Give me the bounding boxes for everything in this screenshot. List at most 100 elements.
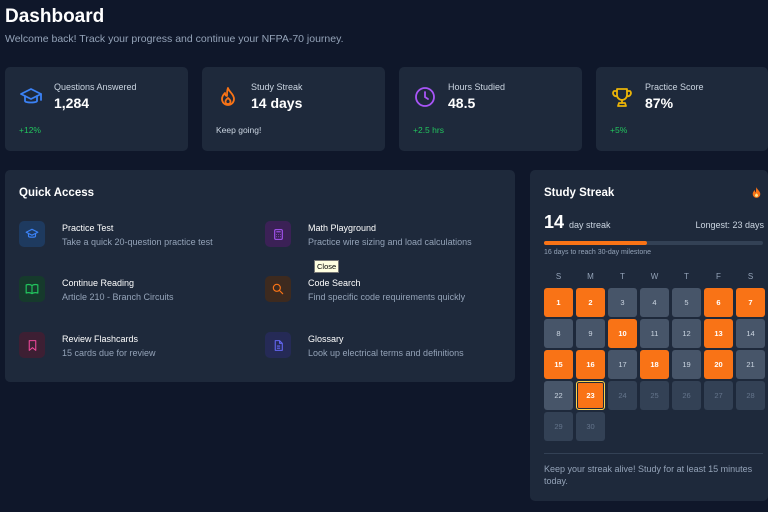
calendar-day[interactable]: 16 (576, 350, 605, 379)
calendar-day[interactable]: 29 (544, 412, 573, 441)
divider (544, 453, 763, 454)
calendar-day[interactable]: 14 (736, 319, 765, 348)
quick-access-desc: Take a quick 20-question practice test (62, 237, 213, 247)
quick-access-name: Code Search (308, 278, 361, 288)
quick-access-icon-box (19, 221, 45, 247)
quick-access-desc: Article 210 - Branch Circuits (62, 292, 174, 302)
quick-access-name: Continue Reading (62, 278, 135, 288)
stat-label: Hours Studied (448, 82, 506, 92)
stat-label: Study Streak (251, 82, 303, 92)
calendar-day-today[interactable]: 23 (576, 381, 605, 410)
study-streak-title: Study Streak (544, 187, 615, 199)
calculator-icon (273, 228, 283, 240)
calendar-day[interactable]: 24 (608, 381, 637, 410)
flame-icon (752, 187, 761, 198)
quick-access-name: Math Playground (308, 223, 377, 233)
quick-access-icon-box (265, 332, 291, 358)
milestone-progress-fill (544, 241, 647, 245)
quick-access-continue-reading[interactable]: Continue Reading Article 210 - Branch Ci… (19, 276, 259, 316)
calendar-day[interactable]: 28 (736, 381, 765, 410)
calendar-day[interactable]: 7 (736, 288, 765, 317)
trophy-icon (612, 88, 632, 107)
streak-footer: Keep your streak alive! Study for at lea… (544, 464, 753, 486)
streak-unit: day streak (569, 220, 611, 230)
weekday-label: T (684, 272, 689, 281)
stat-label: Practice Score (645, 82, 704, 92)
streak-count: 14 (544, 212, 565, 232)
calendar-day[interactable]: 17 (608, 350, 637, 379)
search-icon (272, 283, 284, 295)
calendar-day[interactable]: 12 (672, 319, 701, 348)
weekday-label: S (555, 272, 562, 281)
stat-value: 14 days (251, 95, 303, 111)
quick-access-name: Review Flashcards (62, 334, 139, 344)
stat-delta: Keep going! (216, 125, 262, 135)
calendar-day[interactable]: 9 (576, 319, 605, 348)
study-streak-panel: Study Streak 14 day streak Longest: 23 d… (530, 170, 768, 501)
calendar-day[interactable]: 20 (704, 350, 733, 379)
quick-access-name: Glossary (308, 334, 344, 344)
stat-card-streak: Study Streak 14 days Keep going! (202, 67, 385, 151)
calendar-day[interactable]: 25 (640, 381, 669, 410)
graduation-cap-icon (25, 228, 39, 238)
book-icon (25, 283, 39, 295)
calendar-day[interactable]: 1 (544, 288, 573, 317)
dashboard-page: Dashboard Welcome back! Track your progr… (0, 0, 768, 512)
quick-access-glossary[interactable]: Glossary Look up electrical terms and de… (265, 332, 505, 372)
graduation-cap-icon (20, 88, 42, 104)
stat-value: 87% (645, 95, 674, 111)
stat-delta: +12% (19, 125, 41, 135)
calendar-day[interactable]: 6 (704, 288, 733, 317)
calendar-day[interactable]: 2 (576, 288, 605, 317)
page-subtitle: Welcome back! Track your progress and co… (5, 33, 344, 45)
calendar-day[interactable]: 18 (640, 350, 669, 379)
page-title: Dashboard (5, 6, 105, 27)
calendar-day[interactable]: 10 (608, 319, 637, 348)
document-icon (274, 339, 283, 351)
stat-delta: +2.5 hrs (413, 125, 444, 135)
quick-access-review-flashcards[interactable]: Review Flashcards 15 cards due for revie… (19, 332, 259, 372)
stat-card-questions: Questions Answered 1,284 +12% (5, 67, 188, 151)
calendar-day[interactable]: 26 (672, 381, 701, 410)
calendar-day[interactable]: 11 (640, 319, 669, 348)
calendar-day[interactable]: 27 (704, 381, 733, 410)
clock-icon (415, 87, 435, 107)
calendar-day[interactable]: 21 (736, 350, 765, 379)
stat-label: Questions Answered (54, 82, 137, 92)
calendar-day[interactable]: 13 (704, 319, 733, 348)
weekday-label: F (716, 272, 721, 281)
quick-access-desc: Find specific code requirements quickly (308, 292, 466, 302)
quick-access-title: Quick Access (19, 187, 95, 199)
quick-access-practice-test[interactable]: Practice Test Take a quick 20-question p… (19, 221, 259, 261)
longest-streak: Longest: 23 days (695, 220, 764, 230)
close-tooltip: Close (314, 260, 340, 273)
bookmark-icon (28, 339, 36, 351)
flame-icon (221, 87, 235, 106)
calendar-day[interactable]: 8 (544, 319, 573, 348)
quick-access-icon-box (19, 332, 45, 358)
calendar-day[interactable]: 22 (544, 381, 573, 410)
stat-value: 48.5 (448, 95, 476, 111)
weekday-label: W (650, 272, 659, 281)
quick-access-desc: Practice wire sizing and load calculatio… (308, 237, 472, 247)
weekday-label: M (587, 272, 594, 281)
weekday-label: T (620, 272, 625, 281)
quick-access-icon-box (19, 276, 45, 302)
quick-access-code-search[interactable]: Code Search Find specific code requireme… (265, 276, 505, 316)
stat-delta: +5% (610, 125, 628, 135)
stat-card-hours: Hours Studied 48.5 +2.5 hrs (399, 67, 582, 151)
quick-access-name: Practice Test (62, 223, 114, 233)
calendar-day[interactable]: 30 (576, 412, 605, 441)
quick-access-math-playground[interactable]: Math Playground Practice wire sizing and… (265, 221, 505, 261)
stat-card-score: Practice Score 87% +5% (596, 67, 768, 151)
quick-access-desc: 15 cards due for review (62, 348, 156, 358)
quick-access-icon-box (265, 221, 291, 247)
calendar-day[interactable]: 5 (672, 288, 701, 317)
weekday-label: S (747, 272, 754, 281)
calendar-day[interactable]: 4 (640, 288, 669, 317)
calendar-day[interactable]: 19 (672, 350, 701, 379)
quick-access-panel: Quick Access Practice Test Take a quick … (5, 170, 515, 382)
calendar-day[interactable]: 15 (544, 350, 573, 379)
calendar-day[interactable]: 3 (608, 288, 637, 317)
milestone-text: 16 days to reach 30-day milestone (544, 249, 652, 256)
